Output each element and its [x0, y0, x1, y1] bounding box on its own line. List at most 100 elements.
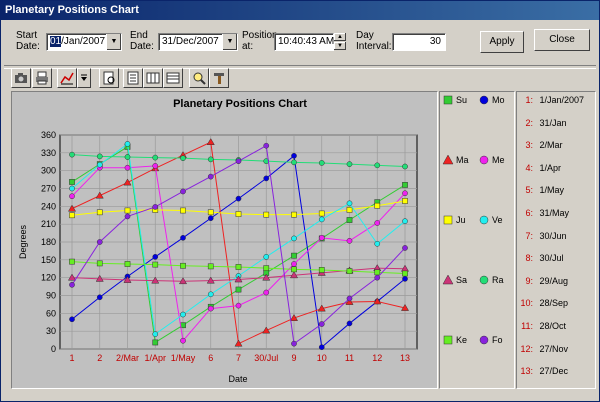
start-date-dropdown-icon[interactable]: ▼ [106, 34, 121, 50]
data-point-ve [96, 161, 103, 168]
start-date-field[interactable]: 01/Jan/2007 ▼ [46, 33, 122, 51]
time-spin-up-icon[interactable]: ▲ [334, 33, 346, 41]
data-point-mo [180, 234, 186, 241]
y-tick-label: 180 [41, 237, 56, 247]
tools-icon[interactable] [209, 68, 229, 88]
data-point-fo [124, 213, 131, 220]
data-point-ke [291, 266, 297, 273]
x-tick-label: 12 [372, 353, 382, 363]
zoom-icon[interactable] [189, 68, 209, 88]
data-point-fo [207, 173, 214, 180]
data-point-ke [124, 261, 131, 267]
separator [4, 65, 596, 69]
data-point-ju [207, 209, 214, 216]
date-value: 31/May [537, 208, 570, 218]
data-sheet-icon[interactable] [123, 68, 143, 88]
data-point-ra [318, 160, 325, 166]
data-point-me [346, 237, 353, 244]
columns-icon[interactable] [143, 68, 163, 88]
data-point-ra [402, 163, 408, 170]
legend-svg: Su Mo Ma Me Ju Ve Sa Ra Ke Fo [442, 95, 505, 345]
data-point-ve [69, 185, 75, 192]
print-preview-icon[interactable] [99, 68, 119, 88]
apply-button[interactable]: Apply [480, 31, 524, 53]
data-point-me [374, 220, 381, 226]
date-index: 7: [525, 230, 533, 241]
y-tick-label: 90 [46, 291, 56, 301]
start-date-day-selected: 01 [50, 36, 62, 47]
legend-label-ve: Ve [492, 215, 503, 225]
data-point-ke [152, 261, 159, 268]
data-point-su [235, 286, 242, 293]
data-point-ju [346, 207, 353, 213]
chart-title: Planetary Positions Chart [173, 98, 307, 110]
data-point-fo [346, 295, 353, 302]
date-index: 11: [521, 321, 533, 331]
print-icon[interactable] [32, 68, 52, 88]
data-point-me [69, 193, 75, 200]
data-point-ju [69, 212, 75, 219]
legend-label-mo: Mo [492, 95, 505, 105]
data-point-ju [291, 211, 297, 218]
legend-marker-ke [443, 335, 453, 345]
controls-bar: Start Date: 01/Jan/2007 ▼ End Date: 31/D… [4, 23, 596, 63]
data-point-su [152, 339, 159, 346]
y-axis-label: Degrees [18, 224, 28, 259]
day-interval-field[interactable]: 30 [392, 33, 446, 51]
dropdown-arrow-icon[interactable] [77, 68, 91, 88]
legend-panel: Su Mo Ma Me Ju Ve Sa Ra Ke Fo [439, 91, 515, 389]
end-date-dropdown-icon[interactable]: ▼ [222, 34, 237, 50]
data-point-ke [235, 264, 242, 270]
data-point-su [402, 182, 408, 188]
position-time-field[interactable]: 10:40:43 AM [274, 33, 334, 51]
date-list-item: 8: 30/Jul [517, 253, 563, 264]
date-index: 2: [525, 117, 533, 128]
y-tick-label: 270 [41, 184, 56, 194]
legend-marker-mo [479, 95, 489, 105]
data-point-su [291, 252, 297, 259]
date-index: 12: [520, 343, 533, 354]
data-point-ra [69, 151, 75, 158]
close-button[interactable]: Close [534, 29, 590, 51]
data-point-fo [402, 245, 408, 251]
start-date-rest: /Jan/2007 [61, 36, 106, 47]
date-index: 13: [520, 366, 533, 377]
camera-icon[interactable] [11, 68, 31, 88]
data-point-fo [291, 340, 297, 347]
date-list-item: 11: 28/Oct [517, 321, 566, 332]
data-point-mo [318, 344, 325, 351]
data-point-mo [263, 175, 270, 182]
date-list-item: 2: 31/Jan [517, 117, 567, 129]
data-point-ke [180, 262, 186, 269]
date-value: 31/Jan [537, 117, 567, 128]
data-point-ke [318, 267, 325, 273]
date-index: 4: [525, 162, 533, 173]
end-date-value: 31/Dec/2007 [162, 36, 219, 47]
end-date-field[interactable]: 31/Dec/2007 ▼ [158, 33, 238, 51]
data-point-ju [180, 207, 186, 214]
data-point-me [207, 305, 214, 312]
date-value: 28/Oct [537, 321, 567, 331]
y-tick-label: 240 [41, 201, 56, 211]
data-point-fo [152, 204, 159, 210]
data-point-mo [152, 254, 159, 260]
legend-marker-fo [479, 335, 489, 345]
legend-label-ju: Ju [456, 215, 466, 225]
legend-marker-su [443, 95, 453, 105]
date-value: 2/Mar [537, 140, 563, 151]
data-point-fo [263, 142, 270, 149]
data-point-mo [346, 320, 353, 327]
legend-marker-ma [442, 154, 454, 165]
x-tick-label: 30/Jul [254, 353, 278, 363]
data-point-ke [263, 265, 270, 272]
planetary-positions-window: Planetary Positions Chart Start Date: 01… [0, 0, 600, 402]
date-list-item: 1: 1/Jan/2007 [517, 95, 584, 106]
time-spin-down-icon[interactable]: ▼ [334, 42, 346, 50]
data-point-mo [207, 215, 214, 222]
chart-type-icon[interactable] [57, 68, 77, 88]
x-tick-label: 10 [317, 353, 327, 363]
rows-icon[interactable] [163, 68, 183, 88]
day-interval-label: Day Interval: [356, 30, 392, 52]
date-index: 8: [525, 253, 533, 264]
data-point-me [124, 164, 131, 171]
